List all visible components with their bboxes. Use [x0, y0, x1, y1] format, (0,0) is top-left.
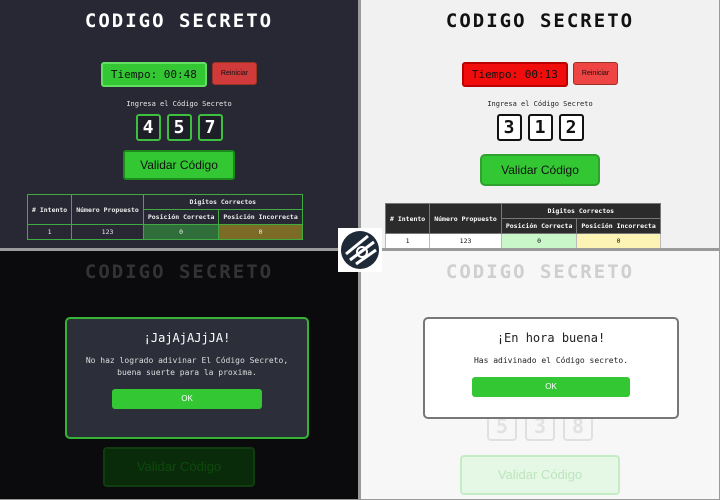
digit-input-3[interactable]: 2 [558, 114, 584, 141]
game-panel-dark: CODIGO SECRETO Tiempo: 00:48 Reiniciar I… [0, 0, 358, 248]
cell-pos-correcta: 0 [142, 224, 220, 240]
brand-logo-icon [338, 228, 382, 272]
header-intento: # Intento [384, 203, 431, 234]
header-digitos: Digitos Correctos [142, 194, 303, 210]
modal-title: ¡JajAjAJjJA! [143, 331, 231, 345]
lose-modal: ¡JajAjAJjJA! No haz logrado adivinar El … [65, 317, 309, 439]
digit-input-1[interactable]: 3 [496, 114, 522, 141]
timer-display: Tiempo: 00:48 [100, 62, 207, 87]
cell-intento: 1 [384, 233, 431, 248]
lose-panel: CODIGO SECRETO Validar Código ¡JajAjAJjJ… [0, 251, 358, 499]
modal-title: ¡En hora buena! [496, 331, 606, 345]
header-pos-incorrecta: Posición Incorrecta [576, 218, 661, 234]
game-panel-light: CODIGO SECRETO Tiempo: 00:13 Reiniciar I… [361, 0, 719, 248]
code-prompt: Ingresa el Código Secreto [126, 100, 232, 108]
timer-row: Tiempo: 00:13 Reiniciar [361, 62, 719, 87]
header-numero: Número Propuesto [429, 203, 502, 234]
cell-numero: 123 [71, 224, 144, 240]
header-pos-incorrecta: Posición Incorrecta [218, 209, 303, 225]
cell-pos-incorrecta: 0 [576, 233, 661, 248]
validate-button-background: Validar Código [103, 447, 255, 487]
timer-row: Tiempo: 00:48 Reiniciar [0, 62, 358, 87]
modal-message: Has adivinado el Código secreto. [473, 356, 629, 365]
validate-button[interactable]: Validar Código [123, 150, 235, 180]
attempts-table: # Intento Número Propuesto Digitos Corre… [26, 194, 303, 240]
digit-input-2[interactable]: 5 [166, 114, 192, 141]
cell-numero: 123 [429, 233, 502, 248]
cell-pos-incorrecta: 0 [218, 224, 303, 240]
ok-button[interactable]: OK [112, 389, 262, 409]
win-modal: ¡En hora buena! Has adivinado el Código … [423, 317, 679, 419]
page-title: CODIGO SECRETO [84, 10, 274, 32]
digit-input-2[interactable]: 1 [527, 114, 553, 141]
header-pos-correcta: Posición Correcta [500, 218, 578, 234]
validate-button[interactable]: Validar Código [480, 154, 600, 186]
code-inputs: 3 1 2 [361, 114, 719, 141]
code-inputs: 4 5 7 [0, 114, 358, 141]
cell-intento: 1 [26, 224, 73, 240]
attempts-table: # Intento Número Propuesto Digitos Corre… [384, 203, 661, 248]
reset-button[interactable]: Reiniciar [572, 62, 619, 85]
header-numero: Número Propuesto [71, 194, 144, 225]
header-digitos: Digitos Correctos [500, 203, 661, 219]
digit-input-3[interactable]: 7 [197, 114, 223, 141]
validate-button-background: Validar Código [460, 455, 620, 495]
page-title: CODIGO SECRETO [84, 261, 274, 283]
header-pos-correcta: Posición Correcta [142, 209, 220, 225]
digit-input-1[interactable]: 4 [135, 114, 161, 141]
win-panel: CODIGO SECRETO 5 3 8 Validar Código ¡En … [361, 251, 719, 499]
cell-pos-correcta: 0 [500, 233, 578, 248]
table-row: 1 123 0 0 [26, 224, 303, 240]
reset-button[interactable]: Reiniciar [211, 62, 258, 85]
code-prompt: Ingresa el Código Secreto [487, 100, 593, 108]
timer-display: Tiempo: 00:13 [461, 62, 568, 87]
page-title: CODIGO SECRETO [445, 261, 635, 283]
table-row: 1 123 0 0 [384, 233, 661, 248]
header-intento: # Intento [26, 194, 73, 225]
ok-button[interactable]: OK [472, 377, 630, 397]
page-title: CODIGO SECRETO [445, 10, 635, 32]
modal-message: No haz logrado adivinar El Código Secret… [85, 356, 289, 377]
